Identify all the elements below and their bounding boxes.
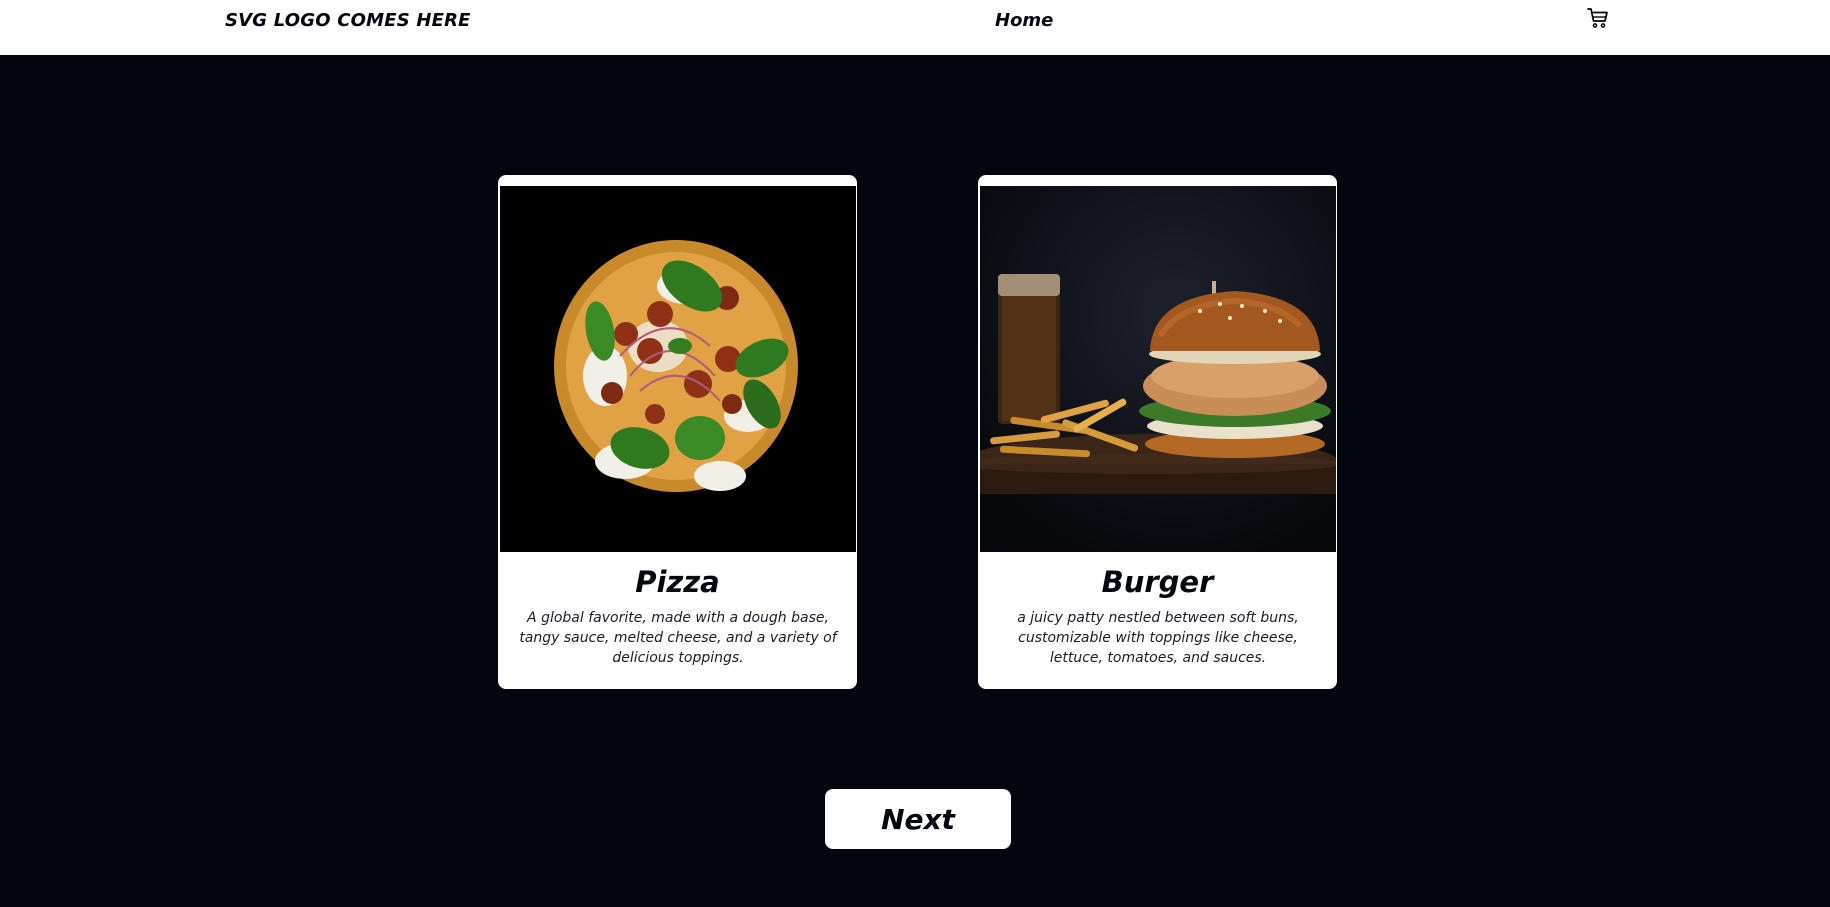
navbar: SVG LOGO COMES HERE Home	[0, 0, 1830, 55]
card-description: A global favorite, made with a dough bas…	[519, 610, 837, 666]
card-description: a juicy patty nestled between soft buns,…	[1017, 610, 1299, 666]
logo-placeholder[interactable]: SVG LOGO COMES HERE	[225, 10, 471, 31]
card-title: Pizza	[635, 565, 720, 599]
pizza-card[interactable]: Pizza A global favorite, made with a dou…	[498, 175, 857, 689]
burger-card[interactable]: Burger a juicy patty nestled between sof…	[978, 175, 1337, 689]
card-title: Burger	[1101, 565, 1214, 599]
shopping-cart-icon[interactable]	[1586, 6, 1610, 30]
burger-image	[980, 186, 1336, 552]
next-button[interactable]: Next	[825, 789, 1011, 849]
nav-link-home[interactable]: Home	[995, 10, 1053, 31]
pizza-image	[500, 186, 856, 552]
